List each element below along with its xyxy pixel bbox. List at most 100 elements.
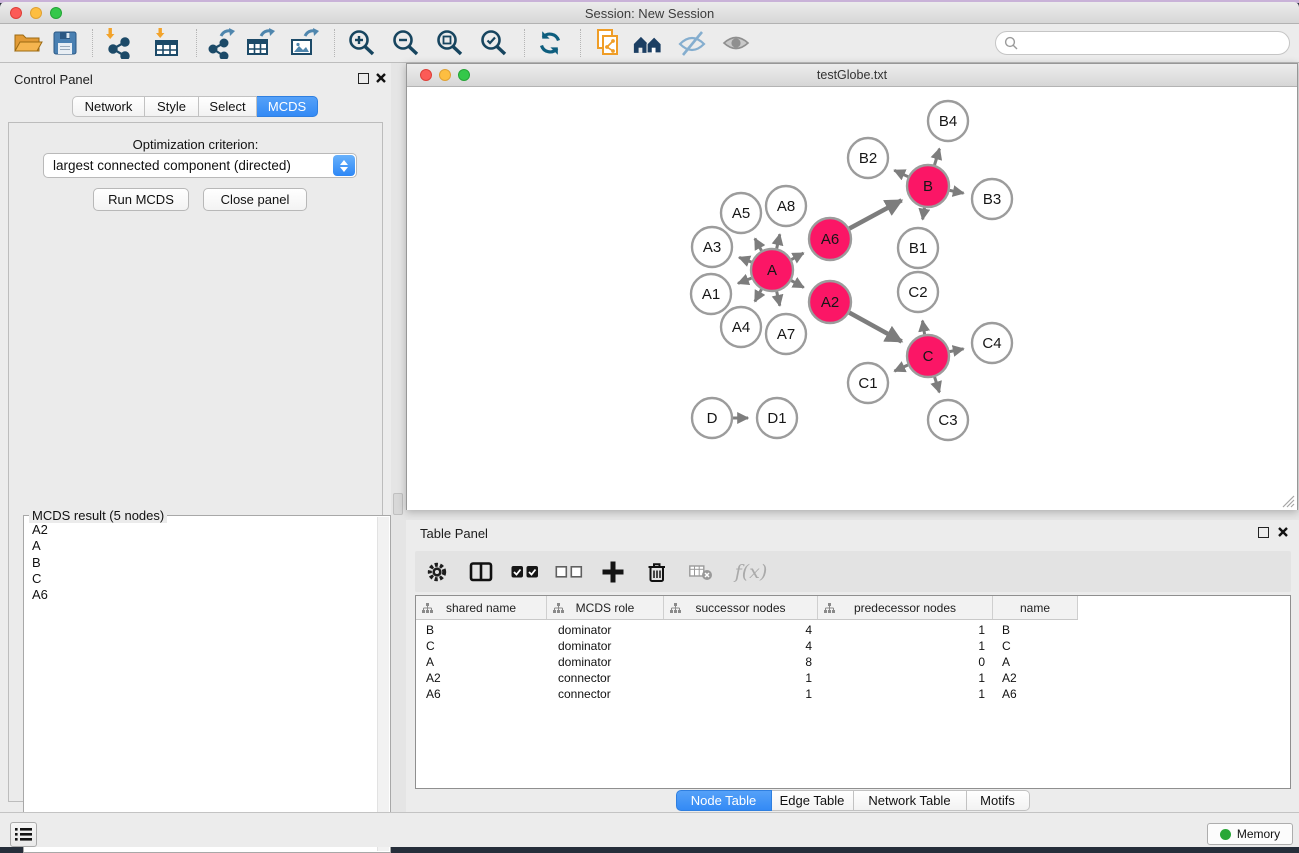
result-list-scrollbar[interactable]	[377, 517, 389, 851]
tab-style[interactable]: Style	[145, 96, 199, 117]
close-panel-button[interactable]: Close panel	[203, 188, 307, 211]
graph-edge[interactable]	[777, 234, 780, 248]
network-graph[interactable]: B4 B2 B B3 A8A5 A6 B1 A3 A C2 A1 A2 A4A7 C4 C C1 C3 D D1	[407, 87, 1297, 510]
hide-panels-button[interactable]	[676, 27, 708, 59]
graph-node-C4[interactable]: C4	[972, 323, 1012, 363]
show-panels-button[interactable]	[720, 27, 752, 59]
graph-node-A2[interactable]: A2	[809, 281, 851, 323]
column-header-shared-name[interactable]: shared name	[416, 596, 547, 619]
graph-node-A[interactable]: A	[751, 249, 793, 291]
column-header-mcds-role[interactable]: MCDS role	[547, 596, 664, 619]
export-table-button[interactable]	[244, 27, 276, 59]
close-panel-icon[interactable]	[375, 72, 387, 84]
graph-node-B4[interactable]: B4	[928, 101, 968, 141]
mcds-result-list[interactable]: A2 A B C A6	[25, 518, 377, 851]
graph-edge[interactable]	[935, 149, 940, 165]
tab-mcds[interactable]: MCDS	[257, 96, 318, 117]
create-column-button[interactable]	[591, 561, 635, 583]
tab-select[interactable]: Select	[199, 96, 257, 117]
graph-node-A3[interactable]: A3	[692, 227, 732, 267]
unselect-all-columns-button[interactable]	[547, 561, 591, 583]
graph-edge[interactable]	[894, 365, 908, 371]
graph-edge[interactable]	[777, 292, 780, 306]
graph-node-B1[interactable]: B1	[898, 228, 938, 268]
graph-edge[interactable]	[849, 313, 901, 342]
delete-table-button[interactable]	[679, 562, 723, 582]
result-list-item[interactable]: C	[32, 571, 377, 587]
show-all-networks-button[interactable]	[632, 27, 664, 59]
graph-node-B[interactable]: B	[907, 165, 949, 207]
tab-edge-table[interactable]: Edge Table	[772, 790, 854, 811]
graph-node-A4[interactable]: A4	[721, 307, 761, 347]
function-builder-button[interactable]: f(x)	[723, 561, 779, 583]
table-row[interactable]: A dominator 8 0 A	[416, 654, 1078, 670]
graph-edge[interactable]	[950, 190, 964, 193]
table-row[interactable]: A2 connector 1 1 A2	[416, 670, 1078, 686]
show-columns-button[interactable]	[459, 561, 503, 583]
refresh-network-button[interactable]	[534, 27, 566, 59]
graph-edge[interactable]	[923, 208, 925, 220]
result-list-item[interactable]: A	[32, 538, 377, 554]
graph-node-D[interactable]: D	[692, 398, 732, 438]
graph-edge[interactable]	[755, 239, 762, 251]
vertical-splitter-handle[interactable]	[393, 493, 403, 515]
graph-node-C1[interactable]: C1	[848, 363, 888, 403]
graph-node-A6[interactable]: A6	[809, 218, 851, 260]
zoom-fit-button[interactable]	[434, 27, 466, 59]
delete-columns-button[interactable]	[635, 561, 679, 583]
float-table-panel-button[interactable]	[1258, 527, 1269, 538]
import-table-button[interactable]	[150, 27, 182, 59]
graph-node-B2[interactable]: B2	[848, 138, 888, 178]
resize-grip-icon[interactable]	[1282, 495, 1295, 508]
graph-node-D1[interactable]: D1	[757, 398, 797, 438]
graph-node-A1[interactable]: A1	[691, 274, 731, 314]
graph-node-B3[interactable]: B3	[972, 179, 1012, 219]
tab-network-table[interactable]: Network Table	[854, 790, 967, 811]
memory-button[interactable]: Memory	[1207, 823, 1293, 845]
export-network-button[interactable]	[204, 27, 236, 59]
graph-edge[interactable]	[739, 257, 751, 262]
search-input[interactable]	[1018, 34, 1289, 52]
zoom-out-button[interactable]	[390, 27, 422, 59]
graph-edge[interactable]	[738, 278, 752, 283]
tab-node-table[interactable]: Node Table	[676, 790, 772, 811]
result-list-item[interactable]: B	[32, 555, 377, 571]
float-panel-button[interactable]	[358, 73, 369, 84]
graph-node-A5[interactable]: A5	[721, 193, 761, 233]
select-all-columns-button[interactable]	[503, 561, 547, 583]
column-header-successor-nodes[interactable]: successor nodes	[664, 596, 818, 619]
table-settings-button[interactable]	[415, 561, 459, 583]
graph-edge[interactable]	[791, 281, 803, 288]
import-network-button[interactable]	[102, 27, 134, 59]
run-mcds-button[interactable]: Run MCDS	[93, 188, 189, 211]
graph-edge[interactable]	[755, 289, 762, 301]
optimization-criterion-select[interactable]: largest connected component (directed)	[43, 153, 357, 178]
column-header-predecessor-nodes[interactable]: predecessor nodes	[818, 596, 993, 619]
zoom-in-button[interactable]	[346, 27, 378, 59]
table-row[interactable]: B dominator 4 1 B	[416, 622, 1078, 638]
show-tasks-button[interactable]	[10, 822, 37, 847]
zoom-selected-button[interactable]	[478, 27, 510, 59]
table-row[interactable]: C dominator 4 1 C	[416, 638, 1078, 654]
graph-node-C[interactable]: C	[907, 335, 949, 377]
graph-node-C2[interactable]: C2	[898, 272, 938, 312]
network-from-file-button[interactable]	[592, 27, 624, 59]
graph-edge[interactable]	[935, 377, 940, 392]
graph-edge[interactable]	[791, 253, 803, 260]
save-session-button[interactable]	[49, 27, 81, 59]
graph-node-A7[interactable]: A7	[766, 314, 806, 354]
network-window-titlebar[interactable]: testGlobe.txt	[407, 64, 1297, 87]
export-image-button[interactable]	[288, 27, 320, 59]
tab-motifs[interactable]: Motifs	[967, 790, 1030, 811]
result-list-item[interactable]: A2	[32, 522, 377, 538]
result-list-item[interactable]: A6	[32, 587, 377, 603]
graph-node-C3[interactable]: C3	[928, 400, 968, 440]
network-canvas[interactable]: B4 B2 B B3 A8A5 A6 B1 A3 A C2 A1 A2 A4A7 C4 C C1 C3 D D1	[407, 87, 1297, 510]
graph-edge[interactable]	[894, 170, 908, 176]
graph-edge[interactable]	[950, 349, 964, 352]
close-table-panel-icon[interactable]	[1277, 526, 1289, 538]
graph-node-A8[interactable]: A8	[766, 186, 806, 226]
open-session-button[interactable]	[12, 27, 44, 59]
column-header-name[interactable]: name	[993, 596, 1078, 619]
search-field[interactable]	[995, 31, 1290, 55]
